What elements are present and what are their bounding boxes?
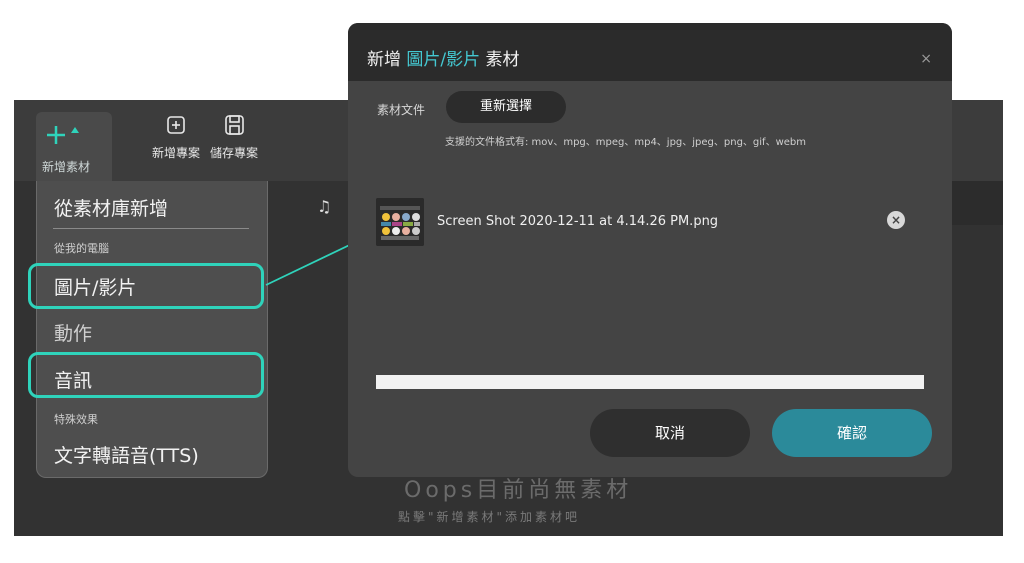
reselect-button[interactable]: 重新選擇 xyxy=(446,91,566,123)
dialog-title: 新增 圖片/影片 素材 xyxy=(367,45,520,70)
file-thumbnail xyxy=(376,198,424,246)
close-icon[interactable]: × xyxy=(920,51,932,67)
dialog-header: 新增 圖片/影片 素材 × xyxy=(348,23,952,81)
file-name: Screen Shot 2020-12-11 at 4.14.26 PM.png xyxy=(437,214,719,229)
add-image-video-dialog: 新增 圖片/影片 素材 × 素材文件 重新選擇 支援的文件格式有: mov、mp… xyxy=(348,23,952,477)
file-list-item: Screen Shot 2020-12-11 at 4.14.26 PM.png… xyxy=(376,198,924,248)
dialog-title-suffix: 素材 xyxy=(485,50,520,70)
supported-formats-text: 支援的文件格式有: mov、mpg、mpeg、mp4、jpg、jpeg、png、… xyxy=(445,137,807,148)
remove-file-icon[interactable]: × xyxy=(887,211,905,229)
dialog-title-prefix: 新增 xyxy=(367,50,401,70)
cancel-button[interactable]: 取消 xyxy=(590,409,750,457)
confirm-button[interactable]: 確認 xyxy=(772,409,932,457)
dialog-title-accent: 圖片/影片 xyxy=(406,50,481,70)
material-file-label: 素材文件 xyxy=(377,103,426,117)
upload-progress-bar xyxy=(376,375,924,389)
